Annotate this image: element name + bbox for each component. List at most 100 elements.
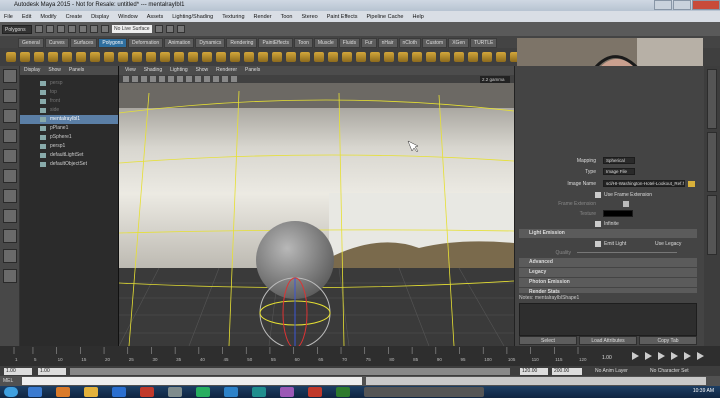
use-frame-ext-checkbox[interactable] bbox=[595, 192, 601, 198]
load-attributes-button[interactable]: Load Attributes bbox=[579, 336, 637, 345]
explorer-taskbar-icon[interactable] bbox=[28, 387, 42, 397]
viewport-menu-show[interactable]: Show bbox=[196, 66, 209, 75]
isolate-icon[interactable] bbox=[222, 76, 228, 82]
booleans-icon[interactable] bbox=[216, 52, 226, 62]
outliner-menu-show[interactable]: Show bbox=[48, 66, 61, 75]
app4-taskbar-icon[interactable] bbox=[280, 387, 294, 397]
menu-window[interactable]: Window bbox=[118, 14, 138, 20]
start-button-icon[interactable] bbox=[4, 387, 18, 397]
viewport-menu-view[interactable]: View bbox=[125, 66, 136, 75]
shelf-tab-animation[interactable]: Animation bbox=[164, 38, 195, 48]
cylinder-icon[interactable] bbox=[34, 52, 44, 62]
menu-assets[interactable]: Assets bbox=[147, 14, 164, 20]
close-button[interactable] bbox=[692, 0, 720, 10]
camera-icon[interactable] bbox=[123, 76, 129, 82]
anim-layer-dropdown[interactable]: No Anim Layer bbox=[595, 368, 628, 375]
plane-icon[interactable] bbox=[62, 52, 72, 62]
shelf-tab-surfaces[interactable]: Surfaces bbox=[69, 38, 98, 48]
outliner-item[interactable]: persp bbox=[20, 79, 118, 88]
poke-icon[interactable] bbox=[412, 52, 422, 62]
duplicate-face-icon[interactable] bbox=[440, 52, 450, 62]
bevel-icon[interactable] bbox=[342, 52, 352, 62]
maya-taskbar-icon[interactable] bbox=[252, 387, 266, 397]
folder-taskbar-icon[interactable] bbox=[84, 387, 98, 397]
uv-editor-icon[interactable] bbox=[454, 52, 464, 62]
outliner-item[interactable]: persp1 bbox=[20, 142, 118, 151]
playback-end-field[interactable]: 120.00 bbox=[520, 368, 548, 375]
viewport-menu-lighting[interactable]: Lighting bbox=[170, 66, 188, 75]
start-time-field[interactable]: 1.00 bbox=[4, 368, 32, 375]
shelf-tab-custom[interactable]: Custom bbox=[421, 38, 448, 48]
shelf-tab-fluids[interactable]: Fluids bbox=[338, 38, 361, 48]
layout-single-icon[interactable] bbox=[3, 209, 17, 223]
spherical-icon[interactable] bbox=[496, 52, 506, 62]
menu-paint-effects[interactable]: Paint Effects bbox=[327, 14, 358, 20]
extrude-icon[interactable] bbox=[300, 52, 310, 62]
maximize-button[interactable] bbox=[673, 0, 691, 10]
menu-stereo[interactable]: Stereo bbox=[302, 14, 318, 20]
select-button[interactable]: Select bbox=[519, 336, 577, 345]
cylindrical-icon[interactable] bbox=[482, 52, 492, 62]
image-name-field[interactable]: scl/HI-Washington-Hotel-Lookout_Ref.hdr bbox=[603, 180, 685, 187]
app3-taskbar-icon[interactable] bbox=[224, 387, 238, 397]
menu-create[interactable]: Create bbox=[66, 14, 83, 20]
viewport-menu-shading[interactable]: Shading bbox=[144, 66, 162, 75]
mirror-icon[interactable] bbox=[258, 52, 268, 62]
app-taskbar-icon[interactable] bbox=[140, 387, 154, 397]
snap-point-icon[interactable] bbox=[101, 25, 109, 33]
menu-modify[interactable]: Modify bbox=[40, 14, 56, 20]
last-tool-icon[interactable] bbox=[3, 189, 17, 203]
shelf-tab-toon[interactable]: Toon bbox=[294, 38, 313, 48]
outliner-menu-panels[interactable]: Panels bbox=[69, 66, 84, 75]
shelf-tab-painteffects[interactable]: PaintEffects bbox=[258, 38, 294, 48]
app6-taskbar-icon[interactable] bbox=[336, 387, 350, 397]
average-icon[interactable] bbox=[244, 52, 254, 62]
menu-texturing[interactable]: Texturing bbox=[222, 14, 244, 20]
shelf-tab-muscle[interactable]: Muscle bbox=[313, 38, 338, 48]
append-icon[interactable] bbox=[314, 52, 324, 62]
wireframe-icon[interactable] bbox=[177, 76, 183, 82]
ipr-render-icon[interactable] bbox=[166, 25, 174, 33]
film-gate-icon[interactable] bbox=[159, 76, 165, 82]
torus-icon[interactable] bbox=[76, 52, 86, 62]
menu-toon[interactable]: Toon bbox=[281, 14, 293, 20]
shelf-tab-fur[interactable]: Fur bbox=[361, 38, 377, 48]
outliner-menu-display[interactable]: Display bbox=[24, 66, 40, 75]
shelf-tab-curves[interactable]: Curves bbox=[44, 38, 69, 48]
shelf-tab-general[interactable]: General bbox=[18, 38, 44, 48]
bridge-icon[interactable] bbox=[272, 52, 282, 62]
section-light-emission[interactable]: Light Emission bbox=[519, 229, 697, 238]
section-photon-emission[interactable]: Photon Emission bbox=[519, 278, 697, 287]
shelf-tab-nhair[interactable]: nHair bbox=[377, 38, 398, 48]
smooth-icon[interactable] bbox=[230, 52, 240, 62]
menu-render[interactable]: Render bbox=[254, 14, 272, 20]
paint-select-icon[interactable] bbox=[3, 109, 17, 123]
section-legacy[interactable]: Legacy bbox=[519, 268, 697, 277]
sphere-icon[interactable] bbox=[6, 52, 16, 62]
cone-icon[interactable] bbox=[48, 52, 58, 62]
save-scene-icon[interactable] bbox=[57, 25, 65, 33]
menuset-dropdown[interactable]: Polygons bbox=[2, 24, 32, 34]
bookmark-icon[interactable] bbox=[132, 76, 138, 82]
grid-icon[interactable] bbox=[150, 76, 156, 82]
shelf-tab-dynamics[interactable]: Dynamics bbox=[195, 38, 226, 48]
playback-start-field[interactable]: 1.00 bbox=[38, 368, 66, 375]
outliner-item[interactable]: front bbox=[20, 97, 118, 106]
merge-icon[interactable] bbox=[328, 52, 338, 62]
folder-icon[interactable] bbox=[688, 181, 695, 187]
channel-box-tab[interactable] bbox=[707, 69, 717, 129]
wedge-icon[interactable] bbox=[426, 52, 436, 62]
chrome-taskbar-icon[interactable] bbox=[196, 387, 210, 397]
resolution-gate-icon[interactable] bbox=[168, 76, 174, 82]
image-plane-icon[interactable] bbox=[141, 76, 147, 82]
attribute-editor-tab[interactable] bbox=[707, 132, 717, 192]
shelf-tab-ncloth[interactable]: nCloth bbox=[398, 38, 421, 48]
viewport-menu-renderer[interactable]: Renderer bbox=[216, 66, 237, 75]
shadows-icon[interactable] bbox=[213, 76, 219, 82]
ie-taskbar-icon[interactable] bbox=[112, 387, 126, 397]
insert-loop-icon[interactable] bbox=[370, 52, 380, 62]
open-scene-icon[interactable] bbox=[46, 25, 54, 33]
lasso-tool-icon[interactable] bbox=[3, 89, 17, 103]
time-slider[interactable]: 1 5 10 15 20 25 30 35 40 45 50 55 60 65 70 75 80 85 90 95 10… bbox=[0, 346, 720, 366]
mapping-dropdown[interactable]: Spherical bbox=[603, 157, 635, 164]
